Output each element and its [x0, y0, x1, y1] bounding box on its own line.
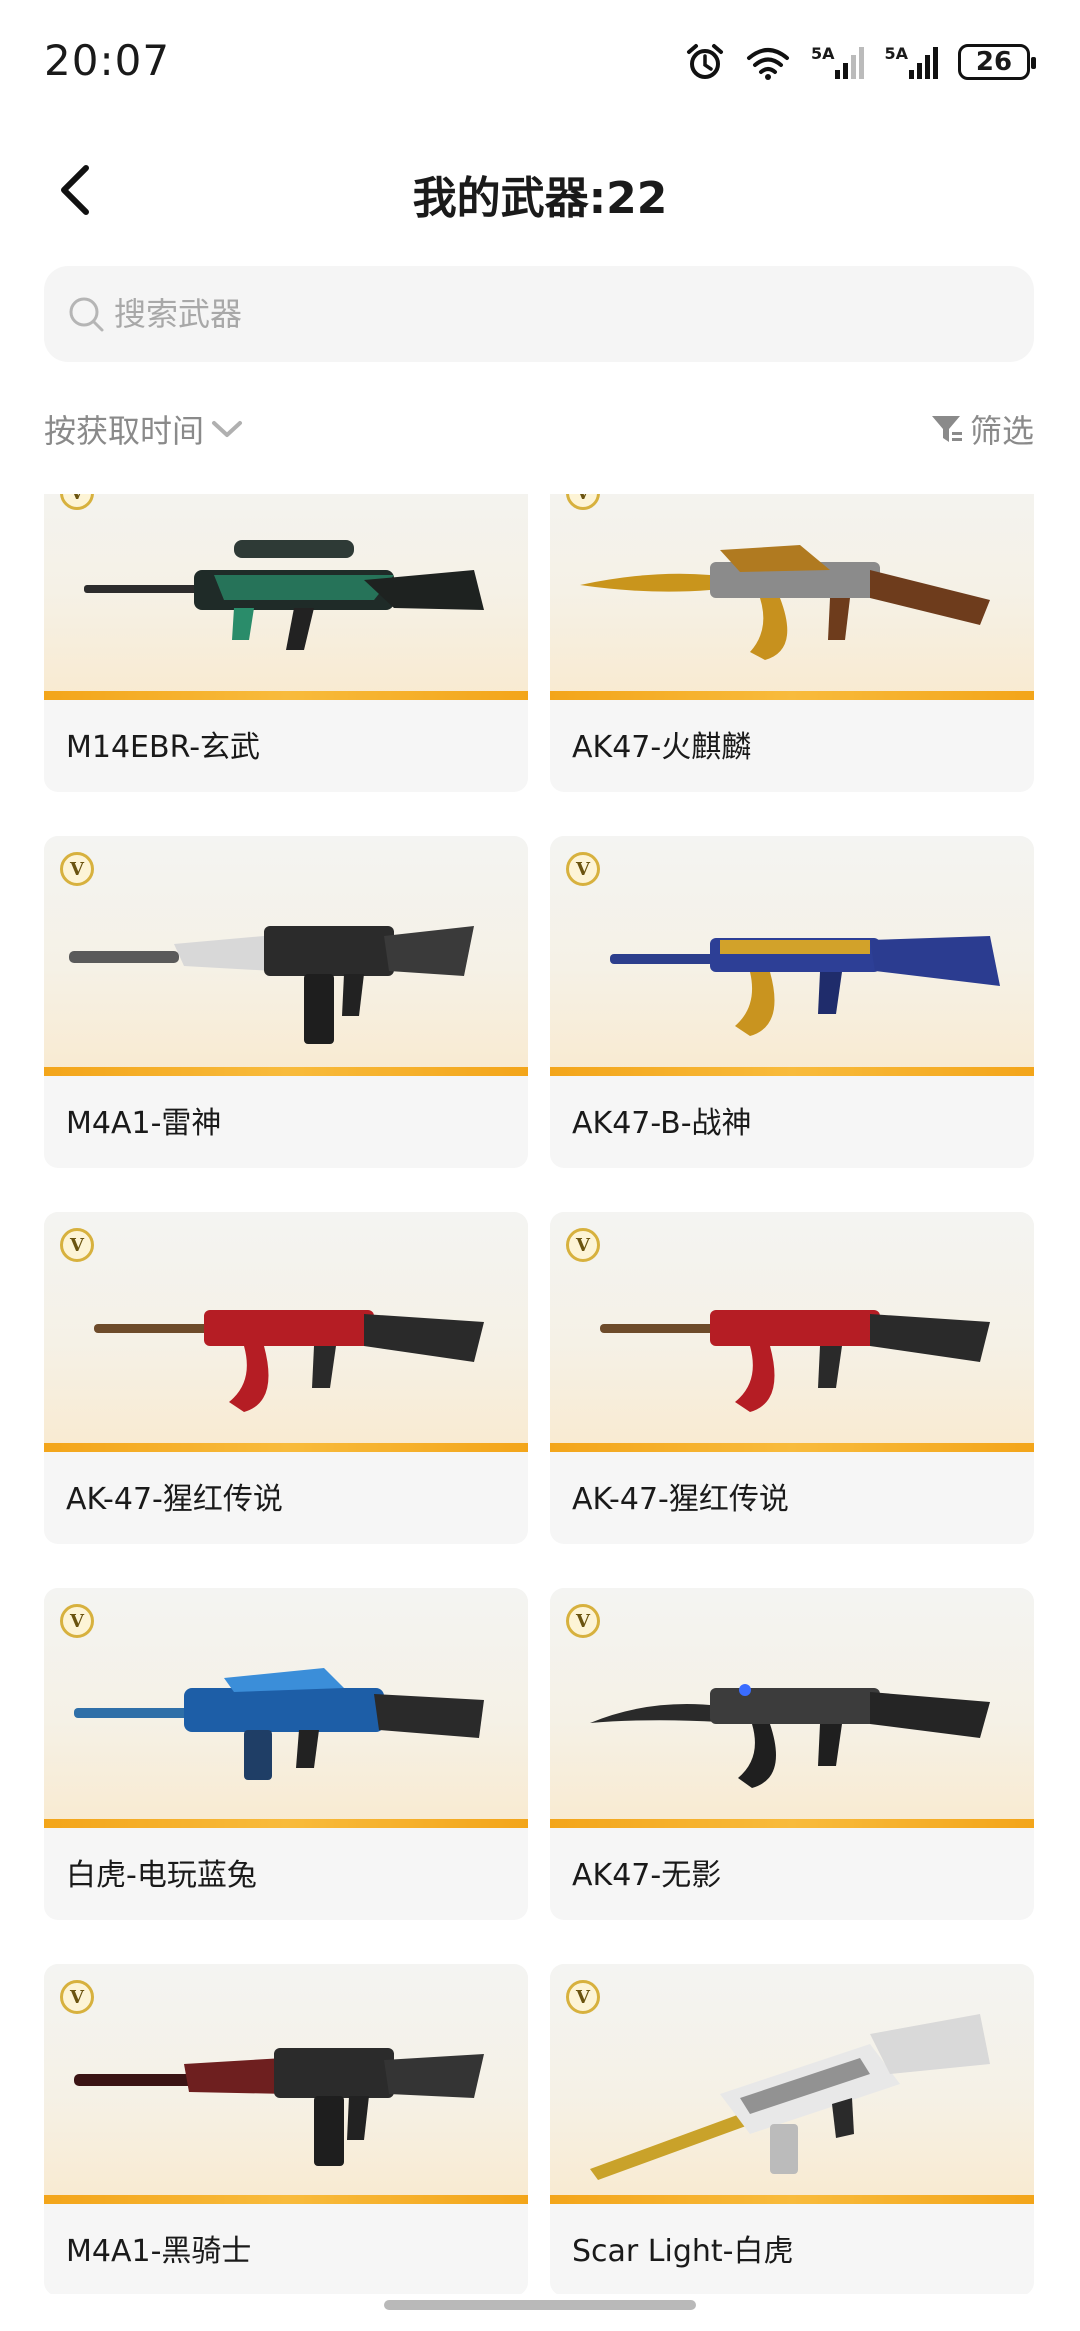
- weapon-image-area: V: [44, 1212, 528, 1452]
- sort-label: 按获取时间: [44, 412, 205, 450]
- weapon-image-area: V: [550, 494, 1034, 700]
- weapon-name: AK47-火麒麟: [572, 730, 752, 765]
- weapon-card[interactable]: V 白虎-电玩蓝兔: [44, 1588, 528, 1920]
- ak47-black-blade-image: [590, 1684, 990, 1788]
- battery-indicator: 26: [958, 44, 1036, 80]
- weapon-card[interactable]: V M4A1-黑骑士: [44, 1964, 528, 2294]
- weapon-name: M4A1-黑骑士: [66, 2234, 252, 2269]
- weapon-name: Scar Light-白虎: [572, 2234, 794, 2269]
- filter-label: 筛选: [969, 412, 1034, 450]
- alarm-icon: [685, 42, 725, 82]
- weapon-image-area: V: [44, 1588, 528, 1828]
- cellular-signal-2-icon: 5A: [884, 44, 938, 80]
- weapon-name: AK-47-猩红传说: [66, 1482, 283, 1517]
- status-icons: 5A 5A 26: [685, 42, 1036, 82]
- weapon-card[interactable]: V AK47-B-战神: [550, 836, 1034, 1168]
- weapon-card[interactable]: V M4A1-雷神: [44, 836, 528, 1168]
- ak47-gold-dragon-image: [580, 545, 990, 660]
- signal-2-label: 5A: [884, 44, 908, 63]
- sniper-rifle-green-image: [84, 540, 484, 650]
- sort-dropdown[interactable]: 按获取时间: [44, 406, 244, 452]
- filter-icon: [931, 416, 962, 442]
- weapon-name: M14EBR-玄武: [66, 730, 261, 765]
- weapon-image-area: V: [44, 836, 528, 1076]
- weapon-card[interactable]: V AK47-无影: [550, 1588, 1034, 1920]
- weapon-name: AK47-B-战神: [572, 1106, 752, 1141]
- wifi-icon: [745, 42, 791, 82]
- weapon-image-area: V: [550, 1212, 1034, 1452]
- weapon-card[interactable]: V AK47-火麒麟: [550, 494, 1034, 792]
- header: 我的武器:22: [0, 140, 1080, 240]
- m4a1-dark-red-image: [74, 2048, 484, 2166]
- ak47-blue-gold-image: [610, 936, 1000, 1036]
- search-input[interactable]: [114, 295, 1014, 333]
- weapon-image-area: V: [44, 1964, 528, 2204]
- home-indicator[interactable]: [384, 2300, 696, 2310]
- chevron-down-icon: [212, 421, 243, 437]
- weapon-image-area: V: [550, 1588, 1034, 1828]
- search-bar[interactable]: [44, 266, 1034, 362]
- weapon-image-area: V: [550, 1964, 1034, 2204]
- filter-button[interactable]: 筛选: [930, 406, 1034, 452]
- scar-white-gold-image: [590, 2014, 990, 2180]
- weapon-card[interactable]: V M14EBR-玄武: [44, 494, 528, 792]
- weapon-image-area: V: [44, 494, 528, 700]
- ak47-red-image: [600, 1310, 990, 1412]
- cellular-signal-1-icon: 5A: [811, 44, 865, 80]
- weapon-card[interactable]: V Scar Light-白虎: [550, 1964, 1034, 2294]
- weapon-name: AK-47-猩红传说: [572, 1482, 789, 1517]
- weapon-name: M4A1-雷神: [66, 1106, 222, 1141]
- signal-1-label: 5A: [810, 44, 835, 63]
- m4a1-silver-image: [69, 926, 474, 1044]
- weapon-name: 白虎-电玩蓝兔: [66, 1858, 257, 1893]
- weapon-name: AK47-无影: [572, 1858, 722, 1893]
- weapon-image-area: V: [550, 836, 1034, 1076]
- page-title: 我的武器:22: [412, 173, 668, 224]
- rifle-blue-image: [74, 1668, 484, 1780]
- status-bar: 20:07 5A 5A 26: [0, 0, 1080, 120]
- weapon-card[interactable]: V AK-47-猩红传说: [44, 1212, 528, 1544]
- weapon-grid: V M14EBR-玄武 V: [44, 494, 1034, 2294]
- status-time: 20:07: [44, 36, 171, 85]
- ak47-red-image: [94, 1310, 484, 1412]
- weapon-card[interactable]: V AK-47-猩红传说: [550, 1212, 1034, 1544]
- search-icon: [66, 294, 106, 334]
